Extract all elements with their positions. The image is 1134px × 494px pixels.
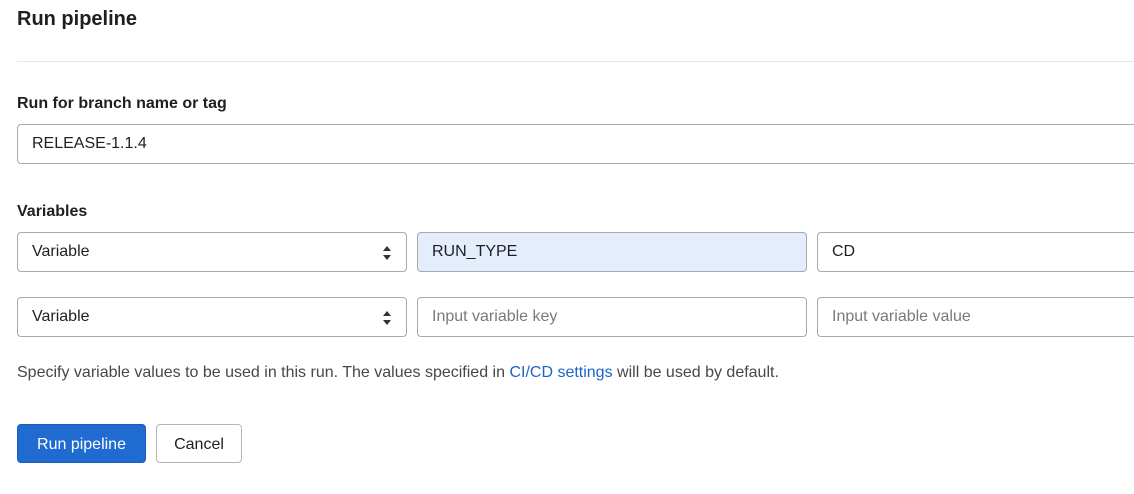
variable-type-select-2-value: Variable (32, 308, 90, 325)
variable-key-input-1-value: RUN_TYPE (432, 243, 518, 260)
variable-type-select-1-value: Variable (32, 243, 90, 260)
cancel-button[interactable]: Cancel (156, 424, 242, 463)
variables-help-text: Specify variable values to be used in th… (17, 362, 779, 384)
sort-arrows-icon (383, 311, 391, 325)
variable-type-select-1[interactable]: Variable (17, 232, 407, 272)
page-title: Run pipeline (17, 8, 137, 30)
header-divider (17, 61, 1134, 62)
variable-value-input-1-value: CD (832, 243, 856, 260)
help-text-before: Specify variable values to be used in th… (17, 364, 510, 381)
help-text-after: will be used by default. (612, 364, 779, 381)
variables-label: Variables (17, 203, 88, 220)
sort-arrows-icon (383, 246, 391, 260)
variable-key-placeholder: Input variable key (432, 308, 558, 325)
run-pipeline-page: Run pipeline Run for branch name or tag … (0, 0, 1134, 494)
branch-input[interactable]: RELEASE-1.1.4 (17, 124, 1134, 164)
branch-label: Run for branch name or tag (17, 95, 227, 112)
variable-key-input-2[interactable]: Input variable key (417, 297, 807, 337)
run-pipeline-button[interactable]: Run pipeline (17, 424, 146, 463)
variable-value-placeholder: Input variable value (832, 308, 971, 325)
variable-value-input-2[interactable]: Input variable value (817, 297, 1134, 337)
variable-value-input-1[interactable]: CD (817, 232, 1134, 272)
variable-type-select-2[interactable]: Variable (17, 297, 407, 337)
branch-input-value: RELEASE-1.1.4 (32, 135, 147, 152)
cicd-settings-link[interactable]: CI/CD settings (509, 364, 612, 381)
variable-key-input-1[interactable]: RUN_TYPE (417, 232, 807, 272)
